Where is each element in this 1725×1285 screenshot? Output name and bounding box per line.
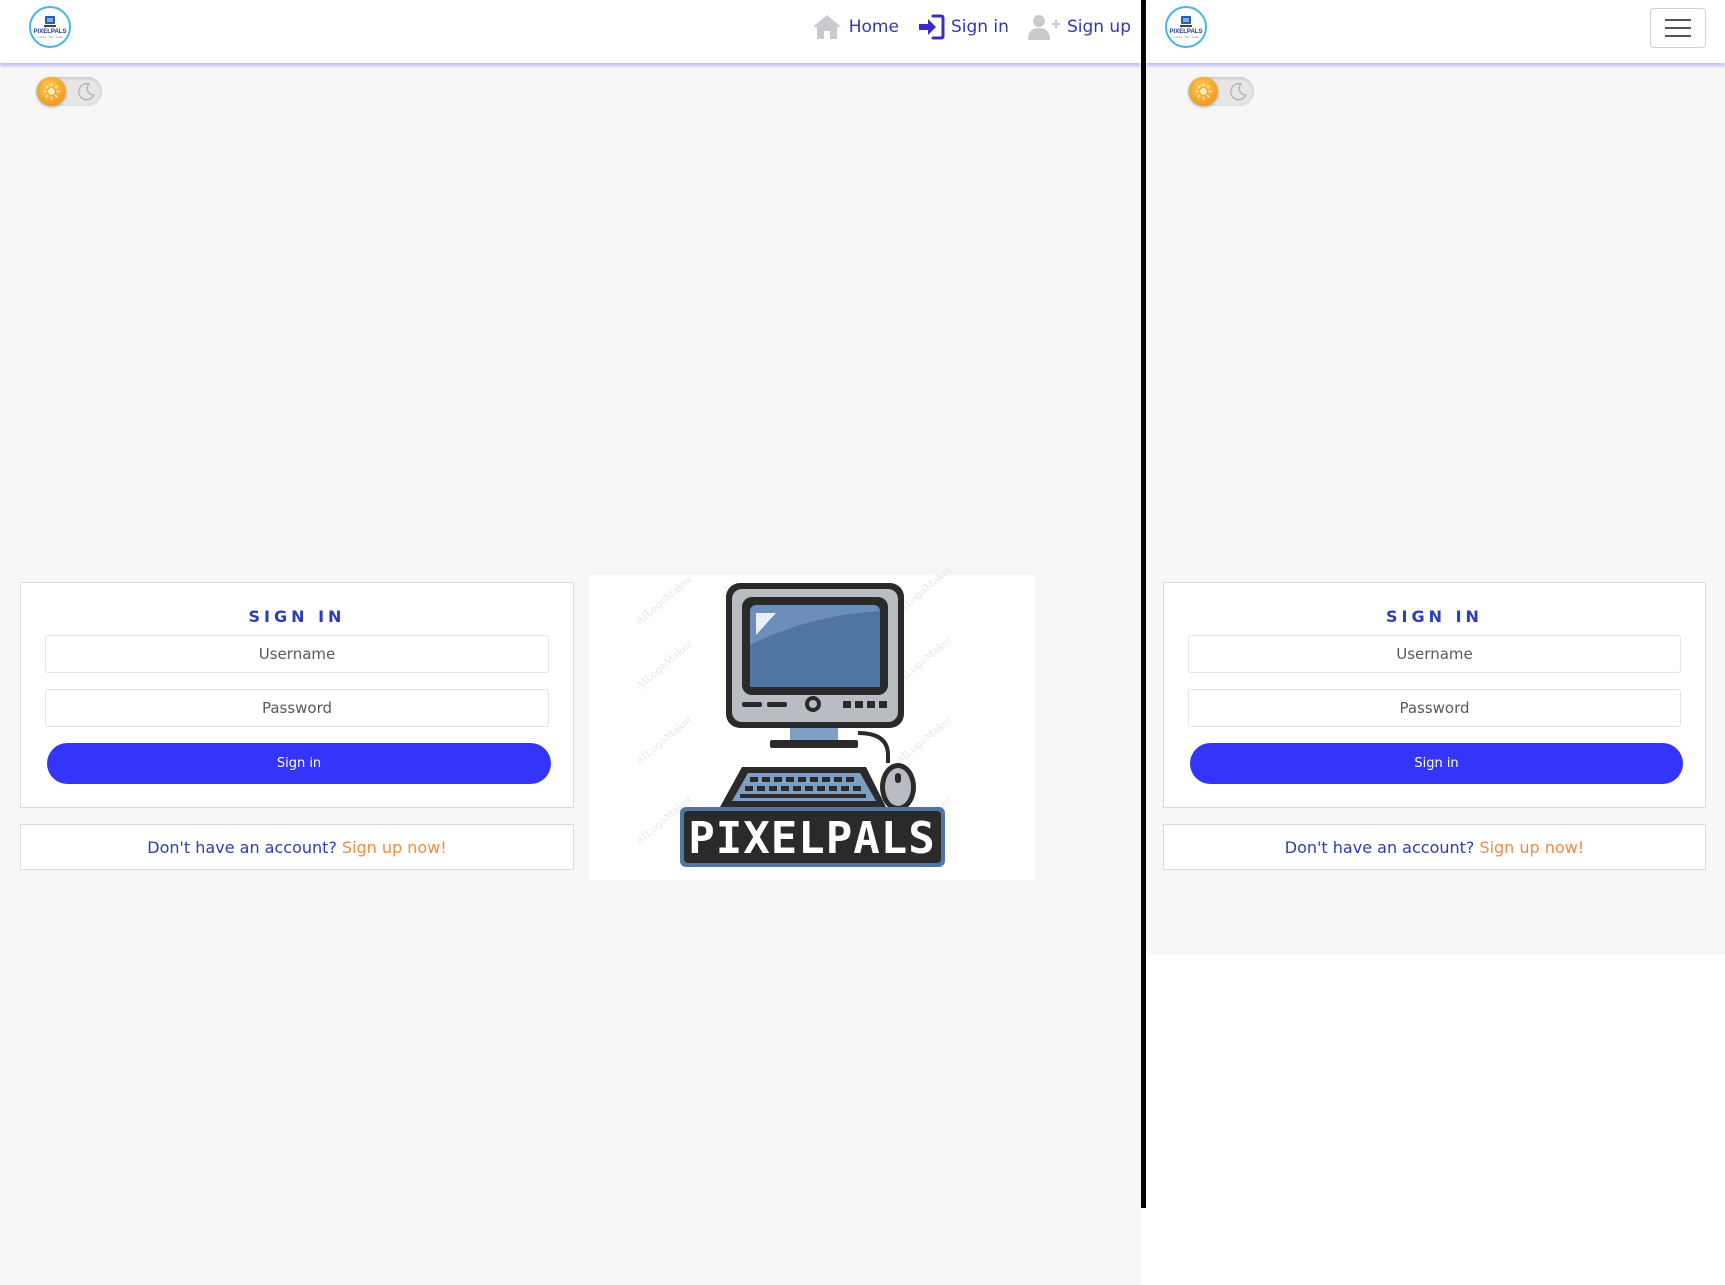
nav-signup-link[interactable]: Sign up xyxy=(1027,13,1131,41)
signup-prompt-text: Don't have an account? xyxy=(1284,837,1475,857)
theme-toggle[interactable] xyxy=(1188,77,1254,106)
menu-toggle-button[interactable] xyxy=(1650,8,1706,48)
signup-prompt-text: Don't have an account? xyxy=(147,837,337,857)
nav-signin-label: Sign in xyxy=(950,17,1009,37)
navbar: PIXELPALS Gaming · Tech · Social Home Si… xyxy=(0,0,1141,63)
nav-signup-label: Sign up xyxy=(1066,17,1131,37)
signin-submit-button[interactable]: Sign in xyxy=(1190,743,1683,784)
signup-prompt-card: Don't have an account? Sign up now! xyxy=(20,824,574,870)
password-input[interactable] xyxy=(1188,689,1681,727)
brand-logo[interactable]: PIXELPALS Gaming · Tech · Social xyxy=(29,6,71,48)
sign-in-icon xyxy=(917,14,945,40)
brand-logo-subtext: Gaming · Tech · Social xyxy=(1174,36,1199,39)
signin-title: SIGN IN xyxy=(248,607,346,626)
brand-logo-text: PIXELPALS xyxy=(1170,29,1203,35)
signup-prompt-card: Don't have an account? Sign up now! xyxy=(1163,824,1706,870)
moon-icon xyxy=(1230,83,1248,101)
signin-card: SIGN IN Sign in xyxy=(20,582,574,808)
brand-logo-subtext: Gaming · Tech · Social xyxy=(38,36,63,39)
computer-logo-icon: PIXELPALS xyxy=(680,583,945,867)
moon-icon xyxy=(78,83,96,101)
sun-icon xyxy=(37,77,66,106)
signup-now-link[interactable]: Sign up now! xyxy=(1479,838,1584,857)
nav-home-label: Home xyxy=(848,17,899,37)
hamburger-icon xyxy=(1665,19,1691,37)
username-input[interactable] xyxy=(1188,635,1681,673)
signin-title: SIGN IN xyxy=(1386,607,1483,626)
navbar: PIXELPALS Gaming · Tech · Social xyxy=(1146,0,1725,63)
brand-image: AILogoMaker AILogoMaker AILogoMaker AILo… xyxy=(590,564,1035,880)
signin-card: SIGN IN Sign in xyxy=(1163,582,1706,808)
mobile-view: PIXELPALS Gaming · Tech · Social SIGN IN… xyxy=(1146,0,1725,955)
username-input[interactable] xyxy=(45,635,549,673)
signup-now-link[interactable]: Sign up now! xyxy=(342,838,447,857)
home-icon xyxy=(811,13,843,41)
user-plus-icon xyxy=(1027,13,1061,41)
desktop-view: PIXELPALS Gaming · Tech · Social Home Si… xyxy=(0,0,1141,1285)
brand-image-title: PIXELPALS xyxy=(688,813,935,864)
nav-signin-link[interactable]: Sign in xyxy=(917,14,1009,40)
sun-icon xyxy=(1189,77,1218,106)
brand-logo[interactable]: PIXELPALS Gaming · Tech · Social xyxy=(1165,6,1207,48)
nav-links: Home Sign in Sign up xyxy=(811,10,1131,44)
nav-home-link[interactable]: Home xyxy=(811,13,899,41)
theme-toggle[interactable] xyxy=(36,77,102,106)
signin-submit-button[interactable]: Sign in xyxy=(47,743,551,784)
brand-logo-text: PIXELPALS xyxy=(34,29,67,35)
password-input[interactable] xyxy=(45,689,549,727)
